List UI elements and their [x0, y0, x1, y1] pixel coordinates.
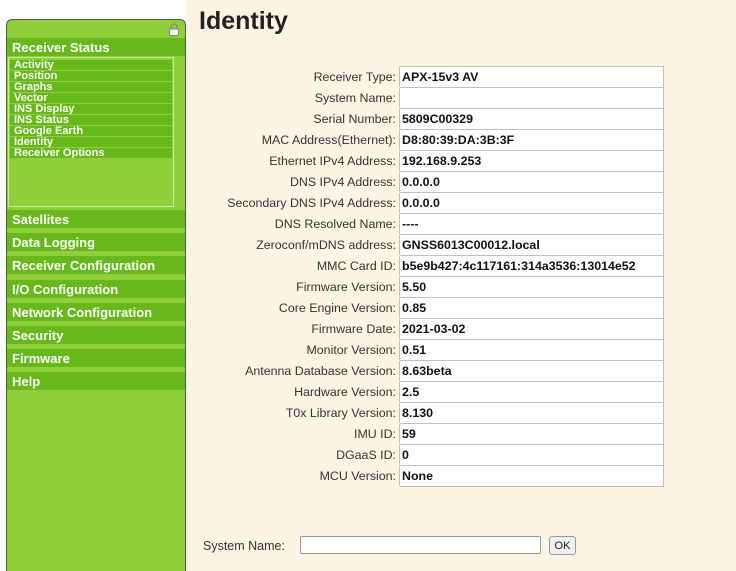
identity-value: 0	[399, 444, 664, 466]
nav-security[interactable]: Security	[7, 326, 185, 345]
identity-value: ----	[399, 213, 664, 235]
identity-label: MAC Address(Ethernet):	[204, 129, 400, 151]
nav-satellites[interactable]: Satellites	[7, 210, 185, 229]
identity-label: Hardware Version:	[204, 381, 400, 403]
nav-receiver-configuration[interactable]: Receiver Configuration	[7, 256, 185, 275]
ok-button[interactable]: OK	[549, 536, 576, 555]
identity-label: Monitor Version:	[204, 339, 400, 361]
identity-label: MMC Card ID:	[204, 255, 400, 277]
nav-item-position[interactable]: Position	[10, 71, 172, 81]
identity-label: Serial Number:	[204, 108, 400, 130]
identity-row: MCU Version: None	[204, 465, 664, 487]
identity-row: T0x Library Version: 8.130	[204, 402, 664, 424]
nav-network-configuration[interactable]: Network Configuration	[7, 303, 185, 322]
identity-row: Secondary DNS IPv4 Address: 0.0.0.0	[204, 192, 664, 214]
identity-row: Antenna Database Version: 8.63beta	[204, 360, 664, 382]
identity-value: b5e9b427:4c117161:314a3536:13014e52	[399, 255, 664, 277]
identity-row: DGaaS ID: 0	[204, 444, 664, 466]
identity-row: Hardware Version: 2.5	[204, 381, 664, 403]
nav-help[interactable]: Help	[7, 372, 185, 391]
identity-value: APX-15v3 AV	[399, 66, 664, 88]
identity-value: 0.85	[399, 297, 664, 319]
nav-item-activity[interactable]: Activity	[10, 60, 172, 70]
identity-table: Receiver Type: APX-15v3 AV System Name: Ser…	[204, 66, 664, 487]
identity-label: MCU Version:	[204, 465, 400, 487]
system-name-label: System Name:	[203, 539, 285, 553]
identity-row: MMC Card ID: b5e9b427:4c117161:314a3536:1…	[204, 255, 664, 277]
identity-value: 8.63beta	[399, 360, 664, 382]
nav-item-google-earth[interactable]: Google Earth	[10, 126, 172, 136]
identity-label: Firmware Version:	[204, 276, 400, 298]
nav-item-ins-status[interactable]: INS Status	[10, 115, 172, 125]
identity-row: System Name:	[204, 87, 664, 109]
identity-value: 2021-03-02	[399, 318, 664, 340]
nav-item-graphs[interactable]: Graphs	[10, 82, 172, 92]
identity-value: 0.0.0.0	[399, 192, 664, 214]
identity-row: DNS Resolved Name: ----	[204, 213, 664, 235]
identity-row: Firmware Version: 5.50	[204, 276, 664, 298]
identity-value	[399, 87, 664, 109]
identity-row: DNS IPv4 Address: 0.0.0.0	[204, 171, 664, 193]
identity-value: 2.5	[399, 381, 664, 403]
page-title: Identity	[199, 7, 288, 35]
nav-item-identity[interactable]: Identity	[10, 137, 172, 147]
identity-value: 8.130	[399, 402, 664, 424]
nav-i-o-configuration[interactable]: I/O Configuration	[7, 280, 185, 299]
identity-value: None	[399, 465, 664, 487]
identity-label: Secondary DNS IPv4 Address:	[204, 192, 400, 214]
lock-icon[interactable]	[167, 22, 181, 36]
identity-value: 5.50	[399, 276, 664, 298]
nav-receiver-status[interactable]: Receiver Status	[7, 38, 185, 57]
identity-row: Monitor Version: 0.51	[204, 339, 664, 361]
identity-value: 0.0.0.0	[399, 171, 664, 193]
nav-item-ins-display[interactable]: INS Display	[10, 104, 172, 114]
identity-value: 5809C00329	[399, 108, 664, 130]
identity-label: System Name:	[204, 87, 400, 109]
identity-label: Receiver Type:	[204, 66, 400, 88]
nav-item-receiver-options[interactable]: Receiver Options	[10, 148, 172, 158]
identity-label: Ethernet IPv4 Address:	[204, 150, 400, 172]
identity-row: Core Engine Version: 0.85	[204, 297, 664, 319]
identity-row: Serial Number: 5809C00329	[204, 108, 664, 130]
identity-value: GNSS6013C00012.local	[399, 234, 664, 256]
identity-label: T0x Library Version:	[204, 402, 400, 424]
identity-row: Receiver Type: APX-15v3 AV	[204, 66, 664, 88]
identity-row: Ethernet IPv4 Address: 192.168.9.253	[204, 150, 664, 172]
identity-value: 192.168.9.253	[399, 150, 664, 172]
identity-label: Antenna Database Version:	[204, 360, 400, 382]
nav-item-vector[interactable]: Vector	[10, 93, 172, 103]
identity-label: Zeroconf/mDNS address:	[204, 234, 400, 256]
identity-row: MAC Address(Ethernet): D8:80:39:DA:3B:3F	[204, 129, 664, 151]
identity-row: Zeroconf/mDNS address: GNSS6013C00012.loc…	[204, 234, 664, 256]
receiver-status-submenu: Activity Position Graphs Vector INS Display I…	[8, 57, 174, 207]
identity-label: Core Engine Version:	[204, 297, 400, 319]
identity-value: 0.51	[399, 339, 664, 361]
identity-label: Firmware Date:	[204, 318, 400, 340]
identity-row: IMU ID: 59	[204, 423, 664, 445]
identity-label: IMU ID:	[204, 423, 400, 445]
nav-data-logging[interactable]: Data Logging	[7, 233, 185, 252]
system-name-input[interactable]	[300, 536, 541, 554]
identity-value: 59	[399, 423, 664, 445]
identity-row: Firmware Date: 2021-03-02	[204, 318, 664, 340]
nav-firmware[interactable]: Firmware	[7, 349, 185, 368]
identity-label: DNS IPv4 Address:	[204, 171, 400, 193]
identity-label: DNS Resolved Name:	[204, 213, 400, 235]
identity-label: DGaaS ID:	[204, 444, 400, 466]
identity-value: D8:80:39:DA:3B:3F	[399, 129, 664, 151]
